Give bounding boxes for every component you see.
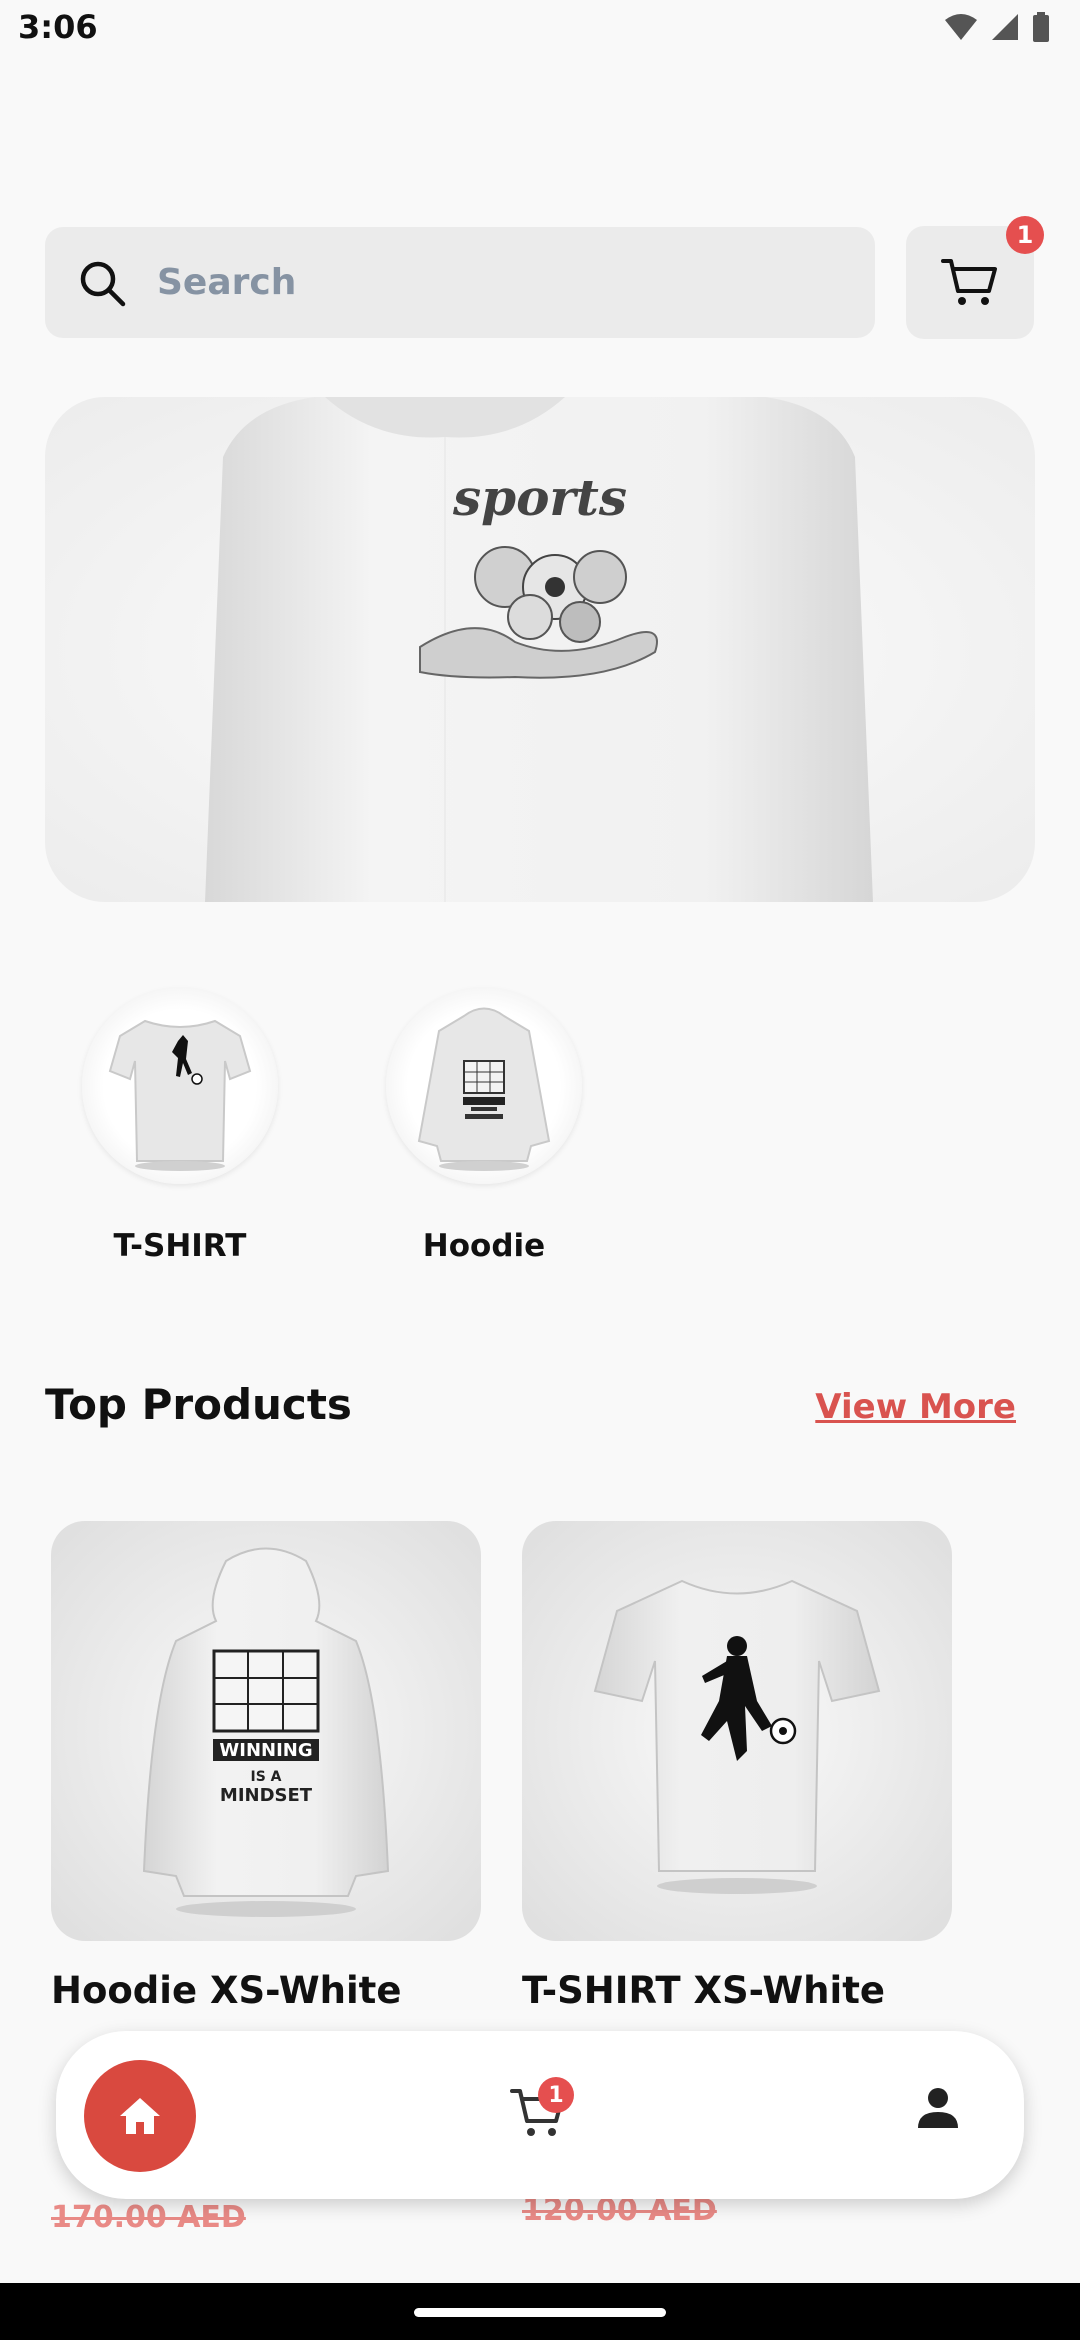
hoodie-print-text-1: WINNING (219, 1740, 312, 1761)
cart-count-badge: 1 (1006, 216, 1044, 254)
wifi-icon (945, 14, 977, 40)
promo-banner[interactable]: sports (45, 397, 1035, 902)
nav-home-button[interactable] (84, 2060, 196, 2172)
category-tshirt-image (82, 988, 278, 1184)
search-icon (80, 261, 126, 306)
signal-icon (992, 14, 1018, 40)
cart-icon (941, 258, 997, 305)
banner-print-text: sports (452, 468, 627, 527)
status-icons (944, 12, 1050, 42)
bottom-nav: 1 (56, 2031, 1024, 2199)
product-name: T-SHIRT XS-White (522, 1969, 885, 2012)
nav-cart-badge: 1 (538, 2077, 574, 2113)
banner-hoodie-image: sports (205, 397, 873, 902)
status-time: 3:06 (18, 8, 98, 46)
home-icon (120, 2098, 160, 2134)
category-tshirt[interactable] (82, 988, 278, 1184)
product-card-hoodie[interactable]: WINNING IS A MINDSET Hoodie XS-White (51, 1521, 481, 2012)
gesture-handle[interactable] (414, 2308, 666, 2317)
product-card-tshirt[interactable]: T-SHIRT XS-White (522, 1521, 952, 2012)
hoodie-print-text-2: IS A (250, 1769, 281, 1785)
search-bar[interactable] (45, 227, 875, 338)
category-hoodie-image (386, 988, 582, 1184)
view-more-link[interactable]: View More (815, 1387, 1016, 1427)
product-image-tshirt (522, 1521, 952, 1941)
product-image-hoodie: WINNING IS A MINDSET (51, 1521, 481, 1941)
category-hoodie[interactable] (386, 988, 582, 1184)
product-price: 170.00 AED (51, 2200, 246, 2235)
category-hoodie-label: Hoodie (422, 1228, 546, 1264)
search-input[interactable] (155, 261, 809, 304)
battery-icon (1033, 12, 1049, 42)
top-products-title: Top Products (45, 1380, 352, 1429)
product-name: Hoodie XS-White (51, 1969, 402, 2012)
hoodie-print-text-3: MINDSET (220, 1785, 313, 1806)
nav-profile-button[interactable] (916, 2086, 960, 2134)
category-tshirt-label: T-SHIRT (113, 1228, 247, 1264)
person-icon (918, 2088, 958, 2128)
